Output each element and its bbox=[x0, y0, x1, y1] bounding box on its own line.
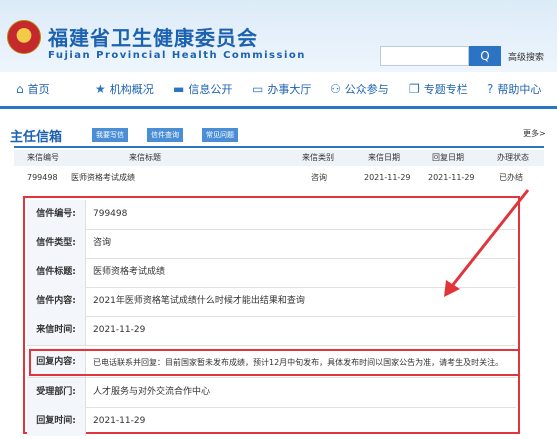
highlight-arrow-icon bbox=[444, 189, 530, 297]
